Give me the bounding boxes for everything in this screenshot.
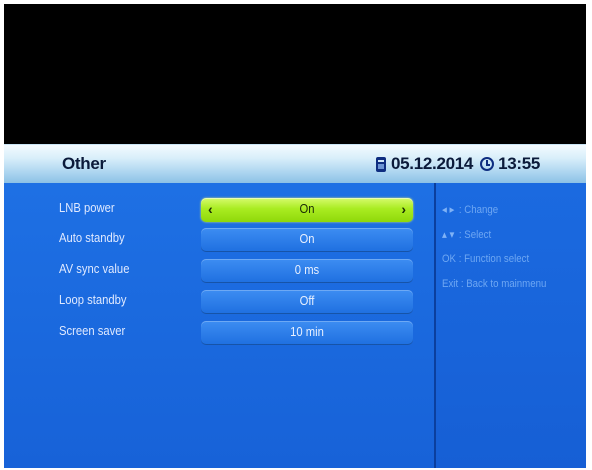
setting-value: On — [299, 232, 315, 246]
left-right-arrows-icon: ◂ ▸ — [442, 204, 455, 216]
date-text: 05.12.2014 — [391, 154, 474, 173]
datetime: 05.12.2014 13:55 — [376, 153, 540, 175]
setting-value: Off — [299, 294, 315, 308]
setting-row-lnb-power[interactable]: LNB power ‹ On › — [4, 197, 434, 223]
ok-key-label: OK — [442, 253, 456, 265]
lnb-power-selector[interactable]: ‹ On › — [201, 198, 413, 222]
setting-row-loop-standby[interactable]: Loop standby Off — [4, 289, 434, 315]
setting-value: 0 ms — [294, 263, 320, 277]
setting-row-auto-standby[interactable]: Auto standby On — [4, 227, 434, 253]
setting-label: AV sync value — [59, 262, 130, 276]
help-change: ◂ ▸ : Change — [442, 204, 499, 216]
tv-screen: Other 05.12.2014 13:55 LNB power ‹ On › … — [4, 4, 586, 468]
auto-standby-selector[interactable]: On — [201, 228, 413, 252]
setting-value: 10 min — [290, 325, 324, 339]
setting-row-av-sync[interactable]: AV sync value 0 ms — [4, 258, 434, 284]
time-text: 13:55 — [498, 154, 541, 173]
help-ok: OK : Function select — [442, 253, 530, 265]
setting-row-screen-saver[interactable]: Screen saver 10 min — [4, 320, 434, 346]
right-arrow-icon[interactable]: › — [401, 201, 406, 217]
setting-value: On — [299, 202, 315, 216]
av-sync-selector[interactable]: 0 ms — [201, 259, 413, 283]
screen-saver-selector[interactable]: 10 min — [201, 321, 413, 345]
setting-label: Loop standby — [59, 293, 127, 307]
loop-standby-selector[interactable]: Off — [201, 290, 413, 314]
help-select: ▴ ▾ : Select — [442, 229, 492, 241]
setting-label: Screen saver — [59, 324, 126, 338]
clock-icon — [480, 157, 495, 171]
help-panel: ◂ ▸ : Change ▴ ▾ : Select OK : Function … — [436, 183, 586, 468]
setting-label: LNB power — [59, 201, 115, 215]
exit-key-label: Exit — [442, 278, 459, 290]
setting-label: Auto standby — [59, 231, 125, 245]
up-down-arrows-icon: ▴ ▾ — [442, 229, 455, 241]
settings-panel: LNB power ‹ On › Auto standby On AV sync… — [4, 183, 434, 468]
help-exit: Exit : Back to mainmenu — [442, 278, 547, 290]
page-title: Other — [62, 154, 106, 173]
calendar-icon — [376, 156, 386, 172]
title-bar: Other 05.12.2014 13:55 — [4, 144, 586, 183]
